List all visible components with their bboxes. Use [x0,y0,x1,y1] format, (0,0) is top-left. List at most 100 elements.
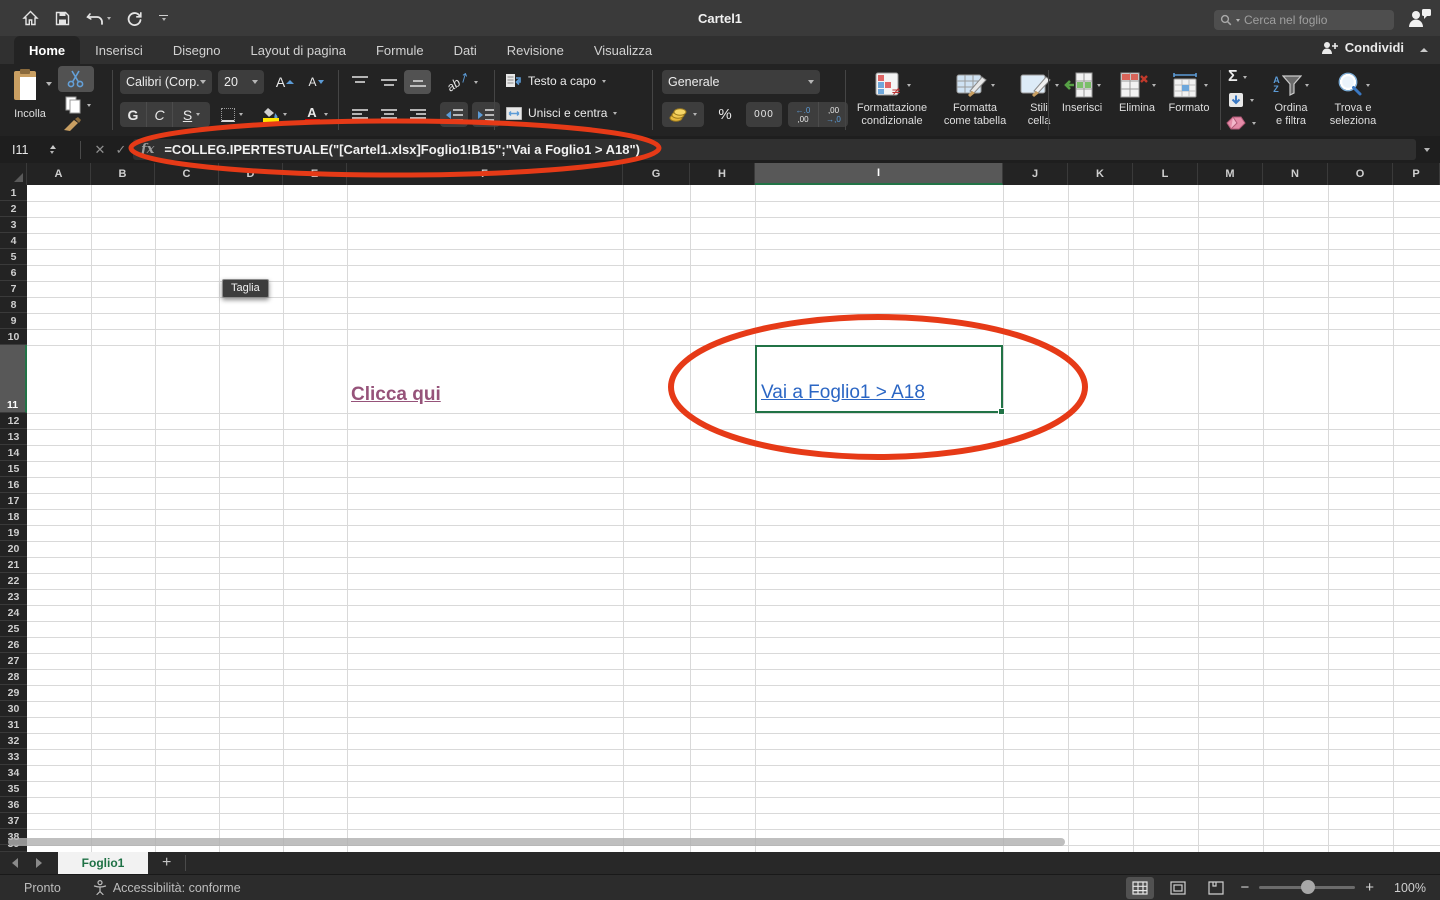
cancel-entry-icon[interactable]: ✕ [89,142,111,158]
row-header-18[interactable]: 18 [0,509,27,525]
hyperlink-vai-a-foglio1[interactable]: Vai a Foglio1 > A18 [757,382,925,411]
column-header-B[interactable]: B [91,163,155,185]
sheet-tab-foglio1[interactable]: Foglio1 [58,852,148,874]
comments-person-icon[interactable] [1406,7,1432,34]
cut-button[interactable] [58,66,94,92]
format-as-table-button[interactable]: Formattacome tabella [936,68,1014,128]
conditional-formatting-button[interactable]: ≠ Formattazionecondizionale [852,68,932,128]
row-header-16[interactable]: 16 [0,477,27,493]
row-header-37[interactable]: 37 [0,813,27,829]
copy-dropdown-caret[interactable] [87,104,91,107]
zoom-slider-thumb[interactable] [1301,880,1315,894]
row-header-17[interactable]: 17 [0,493,27,509]
row-header-11[interactable]: 11 [0,345,27,413]
row-header-26[interactable]: 26 [0,637,27,653]
tab-dati[interactable]: Dati [439,36,492,64]
column-header-H[interactable]: H [690,163,755,185]
undo-button[interactable] [86,11,111,26]
hyperlink-clicca-qui[interactable]: Clicca qui [347,384,441,413]
tab-layout-di-pagina[interactable]: Layout di pagina [236,36,361,64]
tab-revisione[interactable]: Revisione [492,36,579,64]
redo-icon[interactable] [127,10,143,26]
quick-access-customize-icon[interactable] [159,15,168,22]
column-header-P[interactable]: P [1393,163,1440,185]
wrap-text-button[interactable]: Testo a capo [506,74,606,88]
paste-dropdown-caret[interactable] [46,82,52,86]
column-header-C[interactable]: C [155,163,219,185]
sort-filter-button[interactable]: AZ Ordinae filtra [1262,68,1320,128]
horizontal-scrollbar[interactable] [8,838,1065,846]
undo-dropdown-caret[interactable] [107,17,111,20]
increase-indent-button[interactable] [472,102,500,127]
search-input[interactable]: Cerca nel foglio [1214,10,1394,30]
row-header-14[interactable]: 14 [0,445,27,461]
clear-button[interactable] [1226,116,1256,130]
bold-button[interactable]: G [120,102,146,127]
paste-button[interactable] [12,68,40,107]
column-header-J[interactable]: J [1003,163,1068,185]
cell-I11-selected[interactable]: Vai a Foglio1 > A18 [755,345,1003,413]
column-header-N[interactable]: N [1263,163,1328,185]
row-header-3[interactable]: 3 [0,217,27,233]
row-header-31[interactable]: 31 [0,717,27,733]
column-header-O[interactable]: O [1328,163,1393,185]
copy-button[interactable] [64,96,91,114]
align-left-button[interactable] [346,102,373,127]
font-color-button[interactable]: A [298,102,334,127]
increase-decimal-button[interactable]: ←.0 ,00 [788,102,818,127]
row-header-7[interactable]: 7 [0,281,27,297]
page-break-view-button[interactable] [1202,877,1230,899]
column-header-M[interactable]: M [1198,163,1263,185]
column-header-D[interactable]: D [219,163,283,185]
italic-button[interactable]: C [146,102,172,127]
row-header-22[interactable]: 22 [0,573,27,589]
delete-cells-button[interactable]: Elimina [1112,68,1162,115]
row-header-10[interactable]: 10 [0,329,27,345]
row-header-27[interactable]: 27 [0,653,27,669]
shrink-font-button[interactable]: A [302,70,330,94]
next-sheet-icon[interactable] [36,858,42,868]
insert-cells-button[interactable]: Inserisci [1054,68,1110,115]
row-header-5[interactable]: 5 [0,249,27,265]
align-right-button[interactable] [404,102,431,127]
accessibility-status[interactable]: Accessibilità: conforme [93,880,241,895]
find-select-button[interactable]: Trova eseleziona [1322,68,1384,128]
collapse-ribbon-icon[interactable] [1420,48,1428,52]
tab-visualizza[interactable]: Visualizza [579,36,667,64]
fill-color-button[interactable] [256,102,294,127]
row-header-2[interactable]: 2 [0,201,27,217]
home-icon[interactable] [22,10,39,26]
underline-button[interactable]: S [172,102,210,127]
add-sheet-button[interactable]: + [148,852,185,874]
borders-button[interactable] [214,102,250,127]
column-header-F[interactable]: F [347,163,623,185]
row-header-29[interactable]: 29 [0,685,27,701]
format-painter-button[interactable] [62,116,82,137]
decrease-decimal-button[interactable]: ,00 →,0 [818,102,848,127]
format-cells-button[interactable]: Formato [1162,68,1216,115]
row-header-34[interactable]: 34 [0,765,27,781]
column-header-K[interactable]: K [1068,163,1133,185]
decrease-indent-button[interactable] [440,102,468,127]
row-header-25[interactable]: 25 [0,621,27,637]
orientation-button[interactable]: ab↗ [440,70,484,94]
save-icon[interactable] [55,11,70,26]
align-middle-button[interactable] [375,70,402,94]
row-header-15[interactable]: 15 [0,461,27,477]
row-header-12[interactable]: 12 [0,413,27,429]
tab-formule[interactable]: Formule [361,36,439,64]
tab-disegno[interactable]: Disegno [158,36,236,64]
font-size-select[interactable]: 20 [218,70,264,94]
name-box-spinner[interactable] [50,145,56,154]
comma-style-button[interactable]: 000 [746,102,782,127]
merge-center-button[interactable]: Unisci e centra [506,106,617,120]
row-header-35[interactable]: 35 [0,781,27,797]
number-format-select[interactable]: Generale [662,70,820,94]
row-header-13[interactable]: 13 [0,429,27,445]
font-name-select[interactable]: Calibri (Corp... [120,70,212,94]
row-header-4[interactable]: 4 [0,233,27,249]
row-header-6[interactable]: 6 [0,265,27,281]
select-all-corner[interactable] [0,163,27,185]
prev-sheet-icon[interactable] [12,858,18,868]
row-header-28[interactable]: 28 [0,669,27,685]
